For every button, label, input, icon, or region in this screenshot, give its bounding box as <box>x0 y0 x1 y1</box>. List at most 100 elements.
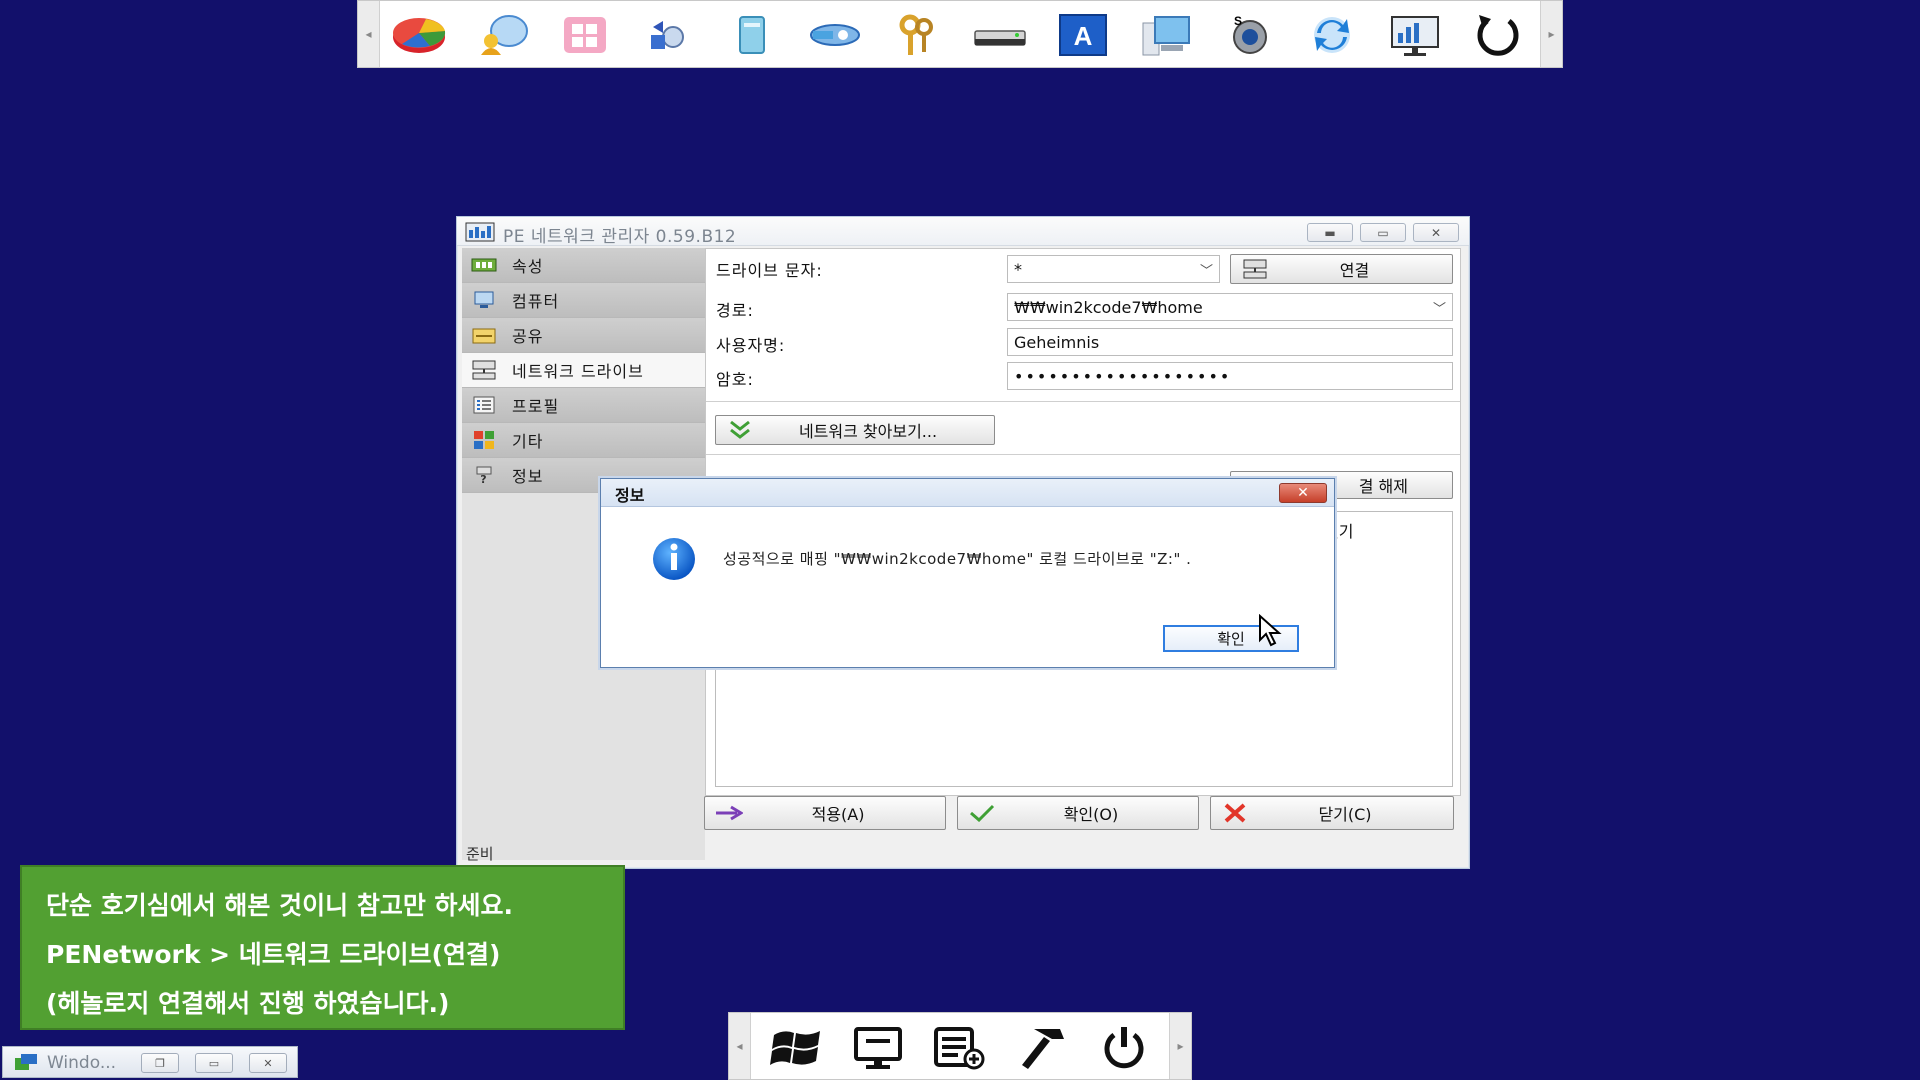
info-icon <box>646 537 704 585</box>
close-button[interactable]: ✕ <box>1413 223 1459 242</box>
minimized-window-label: Windo... <box>47 1053 117 1073</box>
svg-text:S: S <box>1234 14 1242 28</box>
chevron-down-icon: ﹀ <box>1432 302 1446 317</box>
close-icon: ✕ <box>263 1056 273 1070</box>
mouse-pointer-icon <box>1258 613 1284 652</box>
svg-text:?: ? <box>480 473 487 485</box>
drive-letter-label: 드라이브 문자: <box>716 261 823 280</box>
help-icon: ? <box>470 465 498 485</box>
maximize-button[interactable]: ▭ <box>195 1053 233 1073</box>
drive-letter-value: * <box>1014 260 1022 279</box>
arrow-right-icon <box>715 805 743 821</box>
profile-list-icon <box>470 395 498 415</box>
sidebar-item-share[interactable]: 공유 <box>462 318 705 353</box>
computer-window-icon[interactable] <box>1135 9 1197 61</box>
password-value: ••••••••••••••••••• <box>1014 367 1232 386</box>
sidebar-item-computer[interactable]: 컴퓨터 <box>462 283 705 318</box>
window-app-icon <box>13 1052 39 1076</box>
double-chevron-down-icon <box>726 420 754 440</box>
list-add-icon[interactable] <box>925 1021 995 1075</box>
network-card-icon <box>470 255 498 275</box>
sidebar-item-label: 프로필 <box>512 397 560 416</box>
user-search-icon[interactable] <box>471 9 533 61</box>
sidebar-item-misc[interactable]: 기타 <box>462 423 705 458</box>
drive-letter-select[interactable]: * ﹀ <box>1007 255 1220 283</box>
maximize-icon: ▭ <box>1377 225 1389 240</box>
minimize-icon: ▬ <box>1324 225 1336 240</box>
launcher-scroll-right[interactable]: ▸ <box>1540 1 1562 67</box>
hammer-icon[interactable] <box>1007 1021 1077 1075</box>
close-window-button[interactable]: 닫기(C) <box>1210 796 1454 830</box>
refresh-arrows-icon[interactable] <box>1301 9 1363 61</box>
path-value: ₩₩win2kcode7₩home <box>1014 298 1203 317</box>
sidebar-item-label: 기타 <box>512 432 544 451</box>
monitor-icon[interactable] <box>843 1021 913 1075</box>
recycle-network-icon[interactable] <box>637 9 699 61</box>
username-field[interactable]: Geheimnis <box>1007 328 1453 356</box>
tiles-icon <box>470 430 498 450</box>
dialog-title-bar: 정보 ✕ <box>601 479 1334 507</box>
sidebar-item-label: 네트워크 드라이브 <box>512 362 644 381</box>
sidebar-item-label: 공유 <box>512 327 544 346</box>
dialog-ok-label: 확인 <box>1217 630 1245 648</box>
browse-network-label: 네트워크 찾아보기... <box>798 422 938 441</box>
status-text: 준비 <box>466 845 494 863</box>
dock-scroll-left[interactable]: ◂ <box>729 1013 751 1079</box>
red-x-icon <box>1221 802 1249 824</box>
bottom-dock: ◂ ▸ <box>728 1012 1192 1080</box>
network-drive-icon <box>1241 259 1269 279</box>
info-dialog: 정보 ✕ 성공적으로 매핑 "₩₩win2kcode7₩home" 로컬 드라이… <box>600 478 1335 668</box>
dialog-close-button[interactable]: ✕ <box>1279 483 1327 503</box>
ok-button-label: 확인(O) <box>1063 805 1119 824</box>
dock-scroll-right[interactable]: ▸ <box>1169 1013 1191 1079</box>
notepad-icon[interactable] <box>720 9 782 61</box>
path-combo[interactable]: ₩₩win2kcode7₩home ﹀ <box>1007 293 1453 321</box>
monitor-chart-icon[interactable] <box>1384 9 1446 61</box>
status-bar: 준비 <box>462 841 1466 865</box>
minimize-button[interactable]: ▬ <box>1307 223 1353 242</box>
minimized-window[interactable]: Windo... ❐ ▭ ✕ <box>2 1046 298 1078</box>
password-label: 암호: <box>716 370 754 389</box>
network-tool-icon[interactable] <box>803 9 865 61</box>
ok-button[interactable]: 확인(O) <box>957 796 1199 830</box>
browse-network-button[interactable]: 네트워크 찾아보기... <box>715 415 995 445</box>
maximize-button[interactable]: ▭ <box>1360 223 1406 242</box>
launcher-bar: ◂ A S ▸ <box>357 0 1563 68</box>
windows-logo-icon[interactable] <box>761 1021 831 1075</box>
caption-line: PENetwork > 네트워크 드라이브(연결) <box>46 940 501 969</box>
camera-settings-icon[interactable]: S <box>1218 9 1280 61</box>
caption-overlay: 단순 호기심에서 해본 것이니 참고만 하세요. PENetwork > 네트워… <box>20 865 625 1030</box>
sidebar-item-label: 속성 <box>512 257 544 276</box>
apply-button[interactable]: 적용(A) <box>704 796 946 830</box>
dialog-title: 정보 <box>615 486 645 505</box>
window-title: PE 네트워크 관리자 0.59.B12 <box>503 227 737 247</box>
keys-icon[interactable] <box>886 9 948 61</box>
launcher-scroll-left[interactable]: ◂ <box>358 1 380 67</box>
close-button[interactable]: ✕ <box>249 1053 287 1073</box>
restore-button[interactable]: ❐ <box>141 1053 179 1073</box>
sidebar-item-profile[interactable]: 프로필 <box>462 388 705 423</box>
connect-button-label: 연결 <box>1339 261 1370 280</box>
sidebar-item-properties[interactable]: 속성 <box>462 248 705 283</box>
windows-start-icon[interactable] <box>554 9 616 61</box>
connect-button[interactable]: 연결 <box>1230 254 1453 284</box>
caption-line: 단순 호기심에서 해본 것이니 참고만 하세요. <box>46 891 514 920</box>
sidebar-item-label: 정보 <box>512 467 544 486</box>
apply-button-label: 적용(A) <box>811 805 865 824</box>
close-icon: ✕ <box>1430 225 1442 240</box>
drive-icon[interactable] <box>969 9 1031 61</box>
caption-line: (헤놀로지 연결해서 진행 하였습니다.) <box>46 989 450 1018</box>
close-icon: ✕ <box>1297 485 1309 501</box>
username-value: Geheimnis <box>1014 333 1100 352</box>
network-manager-app-icon <box>465 222 495 246</box>
power-icon[interactable] <box>1089 1021 1159 1075</box>
password-field[interactable]: ••••••••••••••••••• <box>1007 362 1453 390</box>
reload-icon[interactable] <box>1467 9 1529 61</box>
text-a-icon[interactable]: A <box>1052 9 1114 61</box>
username-label: 사용자명: <box>716 336 786 355</box>
sidebar-item-network-drive[interactable]: 네트워크 드라이브 <box>462 353 705 388</box>
divider <box>706 454 1460 455</box>
svg-text:A: A <box>1074 21 1093 51</box>
close-window-button-label: 닫기(C) <box>1318 805 1372 824</box>
disk-manager-icon[interactable] <box>388 9 450 61</box>
